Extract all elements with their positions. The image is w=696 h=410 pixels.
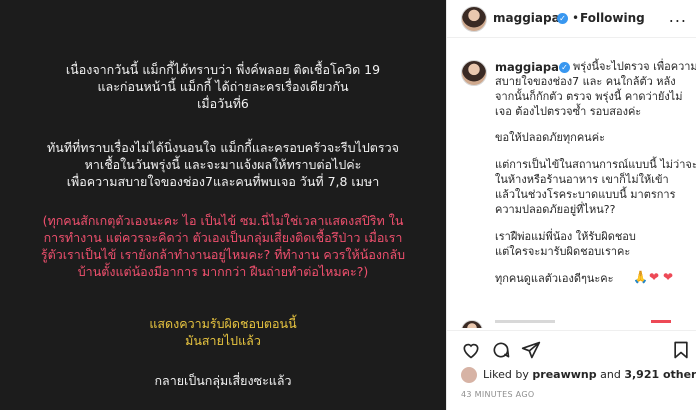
caption-line: สบายใจของช่อง7 และ คนใกล้ตัว หลัง [495,75,676,88]
post-text-line: (ทุกคนสักเกตุตัวเองนะคะ ไอ เป็นไข้ ซม.นี… [42,213,404,228]
post-header: maggiapa ✓ • Following ... [447,0,696,38]
post-text-line: หาเชื้อในวันพรุ่งนี้ และจะมาแจ้งผลให้ทรา… [84,157,362,172]
caption-line: ขอให้ปลอดภัยทุกคนค่ะ [495,131,605,144]
post-text-line: และก่อนหน้านี้ แม็กกี้ ได้ถ่ายละครเรื่อง… [97,79,349,94]
caption-line: แล้วในช่วงโรคระบาดแบบนี้ มาตรการ [495,188,676,201]
heart-emoji: ❤ [663,270,674,284]
action-bar [447,330,696,368]
heart-icon[interactable] [461,340,481,360]
caption-line: แต่ใครจะมารับผิดชอบเราคะ [495,245,631,258]
separator-dot: • [572,11,580,25]
caption-line: ทุกคนดูแลตัวเองดีๆนะคะ [495,272,614,285]
post-image: เนื่องจากวันนี้ แม็กกี้ได้ทราบว่า พี่งค์… [0,0,446,410]
post-text-line: รู้ตัวเราเป็นไข้ เรายังกล้าทำงานอยู่ไหมค… [40,247,406,262]
post-text-line: เนื่องจากวันนี้ แม็กกี้ได้ทราบว่า พี่งค์… [65,62,381,77]
comment-like-hint [651,320,671,323]
likes-summary: Liked by preawwnp and 3,921 others [461,367,696,383]
post-text-line: เมื่อวันที่6 [197,96,249,111]
caption-line: เราฝืพ่อแม่พี่น้อง ให้รับผิดชอบ [495,230,636,243]
comment-icon[interactable] [491,340,511,360]
share-icon[interactable] [521,340,541,360]
following-button[interactable]: Following [580,11,645,25]
post-text-line: เพื่อความสบายใจของช่อง7และคนที่พบเจอ วัน… [66,174,380,189]
comment-text-hint [495,320,555,323]
avatar[interactable] [461,60,487,86]
caption-username[interactable]: maggiapa [495,60,559,74]
caption-line: แต่การเป็นไข้ในสถานการณ์แบบนี้ ไม่ว่าจะ [495,158,696,171]
likes-count[interactable]: 3,921 others [624,368,696,381]
post-text-line: บ้านตั้งแต่น้องมีอาการ มากกว่า ฝืนถ่ายทำ… [77,264,369,279]
post-text-line: แสดงความรับผิดชอบตอนนี้ [149,316,297,331]
timestamp: 43 MINUTES AGO [461,390,535,399]
post-text-line: การทำงาน แต่ควรจะคิดว่า ตัวเองเป็นกลุ่มเ… [43,230,403,245]
pray-emoji: 🙏 [633,270,648,284]
avatar [461,367,477,383]
caption-line: ความปลอดภัยอยู่ที่ไหน?? [495,203,616,216]
likes-user[interactable]: preawwnp [532,368,596,381]
caption-line: พรุ่งนี้จะไปตรวจ เพื่อความ [573,60,696,73]
next-comment-partial [461,320,683,328]
bookmark-icon[interactable] [671,340,691,360]
post-text-line: ทันทีที่ทราบเรื่องไม่ได้นิ่งนอนใจ แม็กกี… [47,140,399,155]
caption-line: ในห้างหรือร้านอาหาร เขาก็ไม่ให้เข้า [495,173,669,186]
verified-icon: ✓ [557,13,568,24]
post-sidebar: maggiapa ✓ • Following ... maggiapa ✓ พร… [446,0,696,410]
header-username[interactable]: maggiapa [493,11,560,25]
heart-emoji: ❤ [649,270,660,284]
caption-line: เจอ ต้องไปตรวจซ้ำ รอบสองค่ะ [495,105,642,118]
post-text-line: กลายเป็นกลุ่มเสี่ยงซะแล้ว [154,373,292,388]
avatar [461,320,483,328]
more-options-icon[interactable]: ... [669,7,687,26]
caption-line: จากนั้นก็กักตัว ตรวจ พรุ่งนี้ คาดว่ายังไ… [495,90,683,103]
likes-prefix: Liked by [483,368,529,381]
post-text-line: มันสายไปแล้ว [185,333,261,348]
likes-conj: and [600,368,621,381]
verified-icon: ✓ [559,62,570,73]
avatar[interactable] [461,6,487,32]
